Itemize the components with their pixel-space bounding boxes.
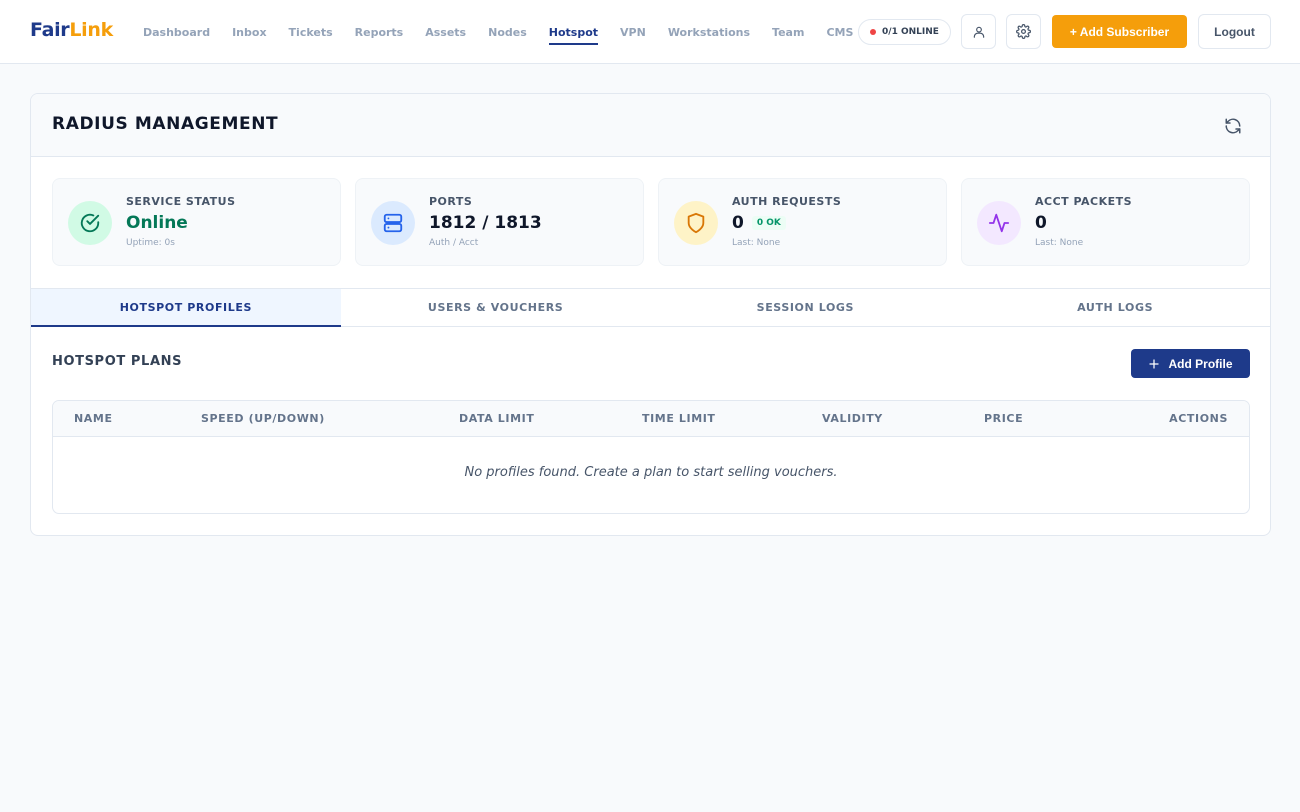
nav-item-hotspot[interactable]: Hotspot <box>538 0 609 64</box>
user-profile-button[interactable] <box>961 14 996 49</box>
online-status-text: 0/1 ONLINE <box>882 27 939 37</box>
stat-card-auth-requests: AUTH REQUESTS 0 0 OK Last: None <box>658 178 947 266</box>
tab-auth-logs[interactable]: AUTH LOGS <box>960 289 1270 326</box>
column-header-time-limit: TIME LIMIT <box>642 412 716 425</box>
stat-value-text: 1812 / 1813 <box>429 213 542 233</box>
stat-value: Online <box>126 213 188 233</box>
table-header: NAME SPEED (UP/DOWN) DATA LIMIT TIME LIM… <box>53 401 1249 437</box>
check-circle-icon <box>80 213 100 233</box>
stat-subtext: Last: None <box>1035 238 1084 248</box>
nav-item-workstations[interactable]: Workstations <box>657 0 761 64</box>
tab-hotspot-profiles[interactable]: HOTSPOT PROFILES <box>31 289 341 327</box>
shield-icon <box>687 212 705 234</box>
radius-tabs: HOTSPOT PROFILES USERS & VOUCHERS SESSIO… <box>31 288 1270 327</box>
nav-item-vpn[interactable]: VPN <box>609 0 657 64</box>
hotspot-plans-table: NAME SPEED (UP/DOWN) DATA LIMIT TIME LIM… <box>52 400 1250 514</box>
column-header-validity: VALIDITY <box>822 412 883 425</box>
nav-item-dashboard[interactable]: Dashboard <box>132 0 221 64</box>
main-nav: Dashboard Inbox Tickets Reports Assets N… <box>132 0 864 64</box>
nav-item-assets[interactable]: Assets <box>414 0 477 64</box>
stat-subtext: Uptime: 0s <box>126 238 175 248</box>
stat-value: 1812 / 1813 <box>429 213 542 233</box>
nav-item-tickets[interactable]: Tickets <box>278 0 344 64</box>
column-header-name: NAME <box>74 412 113 425</box>
app-logo[interactable]: FairLink <box>30 19 113 41</box>
stat-label: SERVICE STATUS <box>126 195 236 208</box>
settings-button[interactable] <box>1006 14 1041 49</box>
stats-row: SERVICE STATUS Online Uptime: 0s PORTS 1… <box>52 178 1250 266</box>
nav-item-nodes[interactable]: Nodes <box>477 0 538 64</box>
tab-session-logs[interactable]: SESSION LOGS <box>651 289 961 326</box>
logout-button[interactable]: Logout <box>1198 14 1271 49</box>
column-header-actions: ACTIONS <box>1169 412 1228 425</box>
stat-value-text: 0 <box>732 213 744 233</box>
radius-management-card: RADIUS MANAGEMENT SERVICE STATUS Online <box>30 93 1271 536</box>
stat-value: 0 0 OK <box>732 213 786 233</box>
status-dot <box>870 29 877 35</box>
stat-card-acct-packets: ACCT PACKETS 0 Last: None <box>961 178 1250 266</box>
column-header-speed: SPEED (UP/DOWN) <box>201 412 325 425</box>
column-header-data-limit: DATA LIMIT <box>459 412 535 425</box>
activity-icon <box>988 213 1010 233</box>
online-status-badge: 0/1 ONLINE <box>858 19 951 45</box>
section-title: HOTSPOT PLANS <box>52 354 183 369</box>
add-profile-button[interactable]: Add Profile <box>1131 349 1250 378</box>
refresh-button[interactable] <box>1221 114 1245 138</box>
empty-state-message: No profiles found. Create a plan to star… <box>464 465 838 480</box>
auth-ok-badge: 0 OK <box>751 216 786 230</box>
refresh-icon <box>1225 118 1241 134</box>
card-header: RADIUS MANAGEMENT <box>31 94 1270 157</box>
tab-users-vouchers[interactable]: USERS & VOUCHERS <box>341 289 651 326</box>
stat-icon-wrap <box>977 201 1021 245</box>
server-icon <box>383 213 403 233</box>
stat-label: AUTH REQUESTS <box>732 195 842 208</box>
add-profile-label: Add Profile <box>1168 356 1233 371</box>
page-title: RADIUS MANAGEMENT <box>52 114 279 134</box>
stat-label: PORTS <box>429 195 473 208</box>
user-icon <box>973 26 984 38</box>
stat-value-text: Online <box>126 213 188 233</box>
stat-subtext: Last: None <box>732 238 781 248</box>
column-header-price: PRICE <box>984 412 1024 425</box>
stat-value: 0 <box>1035 213 1047 233</box>
logo-text-part2: Link <box>69 19 113 41</box>
top-navbar: FairLink Dashboard Inbox Tickets Reports… <box>0 0 1300 64</box>
nav-item-reports[interactable]: Reports <box>344 0 415 64</box>
logo-text-part1: Fair <box>30 19 70 41</box>
stat-card-service-status: SERVICE STATUS Online Uptime: 0s <box>52 178 341 266</box>
stat-icon-wrap <box>371 201 415 245</box>
stat-subtext: Auth / Acct <box>429 238 479 248</box>
stat-icon-wrap <box>68 201 112 245</box>
plus-icon <box>1149 358 1160 369</box>
nav-item-inbox[interactable]: Inbox <box>221 0 277 64</box>
stat-icon-wrap <box>674 201 718 245</box>
stat-card-ports: PORTS 1812 / 1813 Auth / Acct <box>355 178 644 266</box>
stat-value-text: 0 <box>1035 213 1047 233</box>
stat-label: ACCT PACKETS <box>1035 195 1133 208</box>
nav-item-team[interactable]: Team <box>761 0 815 64</box>
gear-icon <box>1016 24 1031 39</box>
add-subscriber-button[interactable]: + Add Subscriber <box>1052 15 1187 48</box>
